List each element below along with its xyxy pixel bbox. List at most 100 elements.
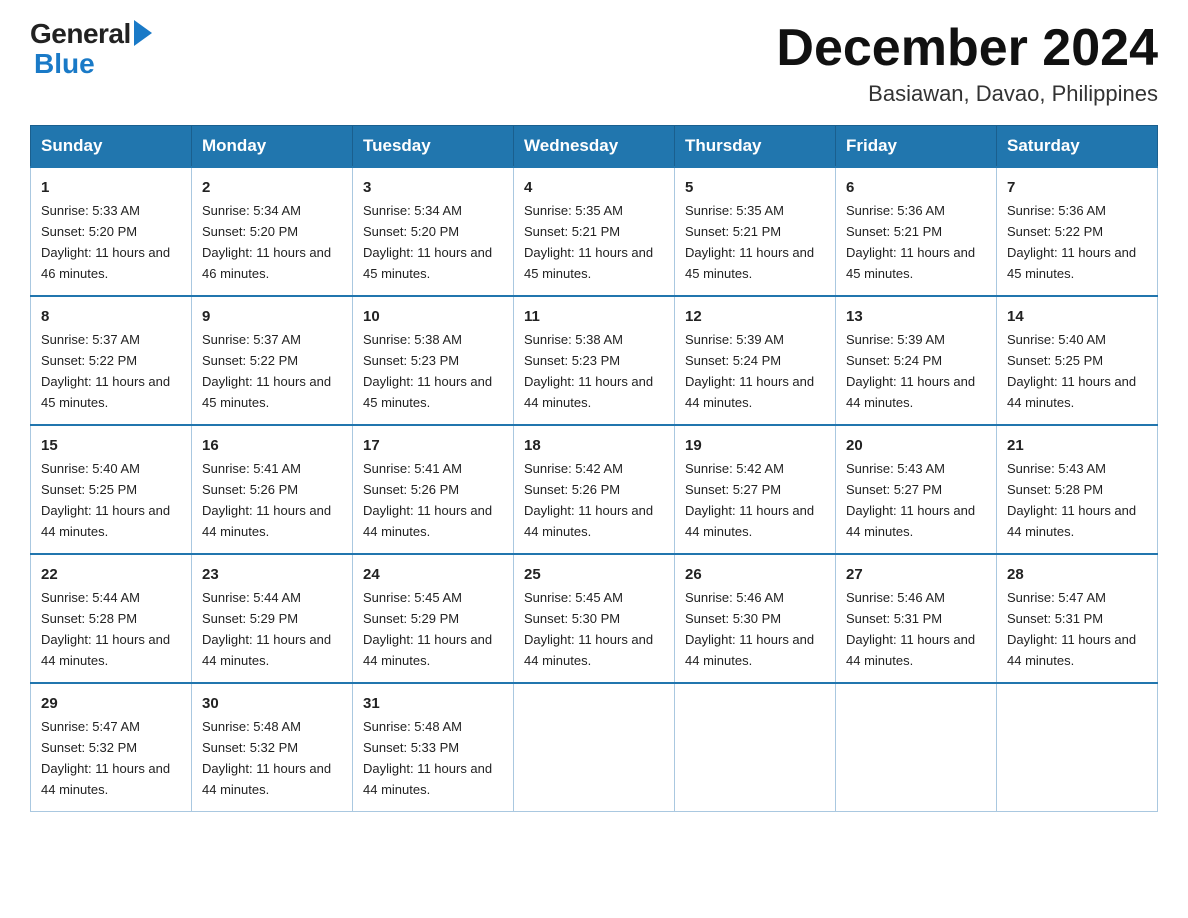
calendar-cell: 10 Sunrise: 5:38 AMSunset: 5:23 PMDaylig… xyxy=(353,296,514,425)
day-info: Sunrise: 5:46 AMSunset: 5:31 PMDaylight:… xyxy=(846,590,975,668)
calendar-table: Sunday Monday Tuesday Wednesday Thursday… xyxy=(30,125,1158,812)
location-subtitle: Basiawan, Davao, Philippines xyxy=(776,81,1158,107)
logo: General Blue xyxy=(30,20,152,80)
logo-arrow-icon xyxy=(134,20,152,46)
calendar-cell: 5 Sunrise: 5:35 AMSunset: 5:21 PMDayligh… xyxy=(675,167,836,296)
calendar-body: 1 Sunrise: 5:33 AMSunset: 5:20 PMDayligh… xyxy=(31,167,1158,811)
day-number: 12 xyxy=(685,305,827,328)
day-number: 11 xyxy=(524,305,666,328)
calendar-cell: 30 Sunrise: 5:48 AMSunset: 5:32 PMDaylig… xyxy=(192,683,353,811)
page-header: General Blue December 2024 Basiawan, Dav… xyxy=(30,20,1158,107)
calendar-week-row-3: 15 Sunrise: 5:40 AMSunset: 5:25 PMDaylig… xyxy=(31,425,1158,554)
day-info: Sunrise: 5:43 AMSunset: 5:28 PMDaylight:… xyxy=(1007,461,1136,539)
day-number: 23 xyxy=(202,563,344,586)
calendar-cell: 24 Sunrise: 5:45 AMSunset: 5:29 PMDaylig… xyxy=(353,554,514,683)
day-info: Sunrise: 5:37 AMSunset: 5:22 PMDaylight:… xyxy=(41,332,170,410)
calendar-cell: 2 Sunrise: 5:34 AMSunset: 5:20 PMDayligh… xyxy=(192,167,353,296)
day-info: Sunrise: 5:42 AMSunset: 5:27 PMDaylight:… xyxy=(685,461,814,539)
logo-blue-text: Blue xyxy=(34,48,95,80)
calendar-cell: 18 Sunrise: 5:42 AMSunset: 5:26 PMDaylig… xyxy=(514,425,675,554)
day-info: Sunrise: 5:48 AMSunset: 5:32 PMDaylight:… xyxy=(202,719,331,797)
day-number: 27 xyxy=(846,563,988,586)
calendar-cell: 15 Sunrise: 5:40 AMSunset: 5:25 PMDaylig… xyxy=(31,425,192,554)
calendar-cell: 16 Sunrise: 5:41 AMSunset: 5:26 PMDaylig… xyxy=(192,425,353,554)
calendar-week-row-1: 1 Sunrise: 5:33 AMSunset: 5:20 PMDayligh… xyxy=(31,167,1158,296)
day-number: 13 xyxy=(846,305,988,328)
day-number: 31 xyxy=(363,692,505,715)
day-number: 16 xyxy=(202,434,344,457)
day-number: 3 xyxy=(363,176,505,199)
day-number: 21 xyxy=(1007,434,1149,457)
header-thursday: Thursday xyxy=(675,126,836,168)
day-info: Sunrise: 5:34 AMSunset: 5:20 PMDaylight:… xyxy=(363,203,492,281)
day-number: 14 xyxy=(1007,305,1149,328)
title-block: December 2024 Basiawan, Davao, Philippin… xyxy=(776,20,1158,107)
header-monday: Monday xyxy=(192,126,353,168)
logo-general-text: General xyxy=(30,20,131,48)
calendar-cell: 21 Sunrise: 5:43 AMSunset: 5:28 PMDaylig… xyxy=(997,425,1158,554)
calendar-cell: 31 Sunrise: 5:48 AMSunset: 5:33 PMDaylig… xyxy=(353,683,514,811)
day-info: Sunrise: 5:40 AMSunset: 5:25 PMDaylight:… xyxy=(1007,332,1136,410)
calendar-cell: 4 Sunrise: 5:35 AMSunset: 5:21 PMDayligh… xyxy=(514,167,675,296)
calendar-cell: 28 Sunrise: 5:47 AMSunset: 5:31 PMDaylig… xyxy=(997,554,1158,683)
calendar-cell: 7 Sunrise: 5:36 AMSunset: 5:22 PMDayligh… xyxy=(997,167,1158,296)
header-tuesday: Tuesday xyxy=(353,126,514,168)
calendar-cell: 1 Sunrise: 5:33 AMSunset: 5:20 PMDayligh… xyxy=(31,167,192,296)
day-number: 9 xyxy=(202,305,344,328)
day-info: Sunrise: 5:46 AMSunset: 5:30 PMDaylight:… xyxy=(685,590,814,668)
day-info: Sunrise: 5:42 AMSunset: 5:26 PMDaylight:… xyxy=(524,461,653,539)
day-number: 8 xyxy=(41,305,183,328)
day-header-row: Sunday Monday Tuesday Wednesday Thursday… xyxy=(31,126,1158,168)
day-number: 1 xyxy=(41,176,183,199)
calendar-cell: 13 Sunrise: 5:39 AMSunset: 5:24 PMDaylig… xyxy=(836,296,997,425)
day-info: Sunrise: 5:47 AMSunset: 5:32 PMDaylight:… xyxy=(41,719,170,797)
day-info: Sunrise: 5:35 AMSunset: 5:21 PMDaylight:… xyxy=(685,203,814,281)
calendar-cell: 3 Sunrise: 5:34 AMSunset: 5:20 PMDayligh… xyxy=(353,167,514,296)
day-info: Sunrise: 5:36 AMSunset: 5:22 PMDaylight:… xyxy=(1007,203,1136,281)
day-number: 24 xyxy=(363,563,505,586)
header-wednesday: Wednesday xyxy=(514,126,675,168)
day-info: Sunrise: 5:38 AMSunset: 5:23 PMDaylight:… xyxy=(363,332,492,410)
day-number: 19 xyxy=(685,434,827,457)
day-number: 28 xyxy=(1007,563,1149,586)
day-info: Sunrise: 5:33 AMSunset: 5:20 PMDaylight:… xyxy=(41,203,170,281)
day-info: Sunrise: 5:43 AMSunset: 5:27 PMDaylight:… xyxy=(846,461,975,539)
day-info: Sunrise: 5:35 AMSunset: 5:21 PMDaylight:… xyxy=(524,203,653,281)
day-number: 26 xyxy=(685,563,827,586)
day-info: Sunrise: 5:40 AMSunset: 5:25 PMDaylight:… xyxy=(41,461,170,539)
day-number: 18 xyxy=(524,434,666,457)
calendar-cell: 19 Sunrise: 5:42 AMSunset: 5:27 PMDaylig… xyxy=(675,425,836,554)
month-title: December 2024 xyxy=(776,20,1158,77)
header-saturday: Saturday xyxy=(997,126,1158,168)
day-info: Sunrise: 5:39 AMSunset: 5:24 PMDaylight:… xyxy=(846,332,975,410)
calendar-week-row-2: 8 Sunrise: 5:37 AMSunset: 5:22 PMDayligh… xyxy=(31,296,1158,425)
header-friday: Friday xyxy=(836,126,997,168)
calendar-cell: 9 Sunrise: 5:37 AMSunset: 5:22 PMDayligh… xyxy=(192,296,353,425)
day-info: Sunrise: 5:44 AMSunset: 5:28 PMDaylight:… xyxy=(41,590,170,668)
day-number: 15 xyxy=(41,434,183,457)
calendar-cell: 12 Sunrise: 5:39 AMSunset: 5:24 PMDaylig… xyxy=(675,296,836,425)
calendar-cell: 23 Sunrise: 5:44 AMSunset: 5:29 PMDaylig… xyxy=(192,554,353,683)
day-info: Sunrise: 5:39 AMSunset: 5:24 PMDaylight:… xyxy=(685,332,814,410)
day-number: 20 xyxy=(846,434,988,457)
calendar-cell: 26 Sunrise: 5:46 AMSunset: 5:30 PMDaylig… xyxy=(675,554,836,683)
day-number: 29 xyxy=(41,692,183,715)
calendar-cell: 25 Sunrise: 5:45 AMSunset: 5:30 PMDaylig… xyxy=(514,554,675,683)
calendar-cell: 20 Sunrise: 5:43 AMSunset: 5:27 PMDaylig… xyxy=(836,425,997,554)
calendar-cell xyxy=(675,683,836,811)
day-number: 30 xyxy=(202,692,344,715)
calendar-cell xyxy=(514,683,675,811)
day-number: 25 xyxy=(524,563,666,586)
calendar-cell: 27 Sunrise: 5:46 AMSunset: 5:31 PMDaylig… xyxy=(836,554,997,683)
calendar-cell: 14 Sunrise: 5:40 AMSunset: 5:25 PMDaylig… xyxy=(997,296,1158,425)
calendar-cell: 6 Sunrise: 5:36 AMSunset: 5:21 PMDayligh… xyxy=(836,167,997,296)
calendar-cell: 11 Sunrise: 5:38 AMSunset: 5:23 PMDaylig… xyxy=(514,296,675,425)
day-info: Sunrise: 5:38 AMSunset: 5:23 PMDaylight:… xyxy=(524,332,653,410)
day-info: Sunrise: 5:34 AMSunset: 5:20 PMDaylight:… xyxy=(202,203,331,281)
day-number: 7 xyxy=(1007,176,1149,199)
calendar-week-row-4: 22 Sunrise: 5:44 AMSunset: 5:28 PMDaylig… xyxy=(31,554,1158,683)
day-info: Sunrise: 5:41 AMSunset: 5:26 PMDaylight:… xyxy=(202,461,331,539)
day-info: Sunrise: 5:37 AMSunset: 5:22 PMDaylight:… xyxy=(202,332,331,410)
calendar-header: Sunday Monday Tuesday Wednesday Thursday… xyxy=(31,126,1158,168)
day-number: 10 xyxy=(363,305,505,328)
